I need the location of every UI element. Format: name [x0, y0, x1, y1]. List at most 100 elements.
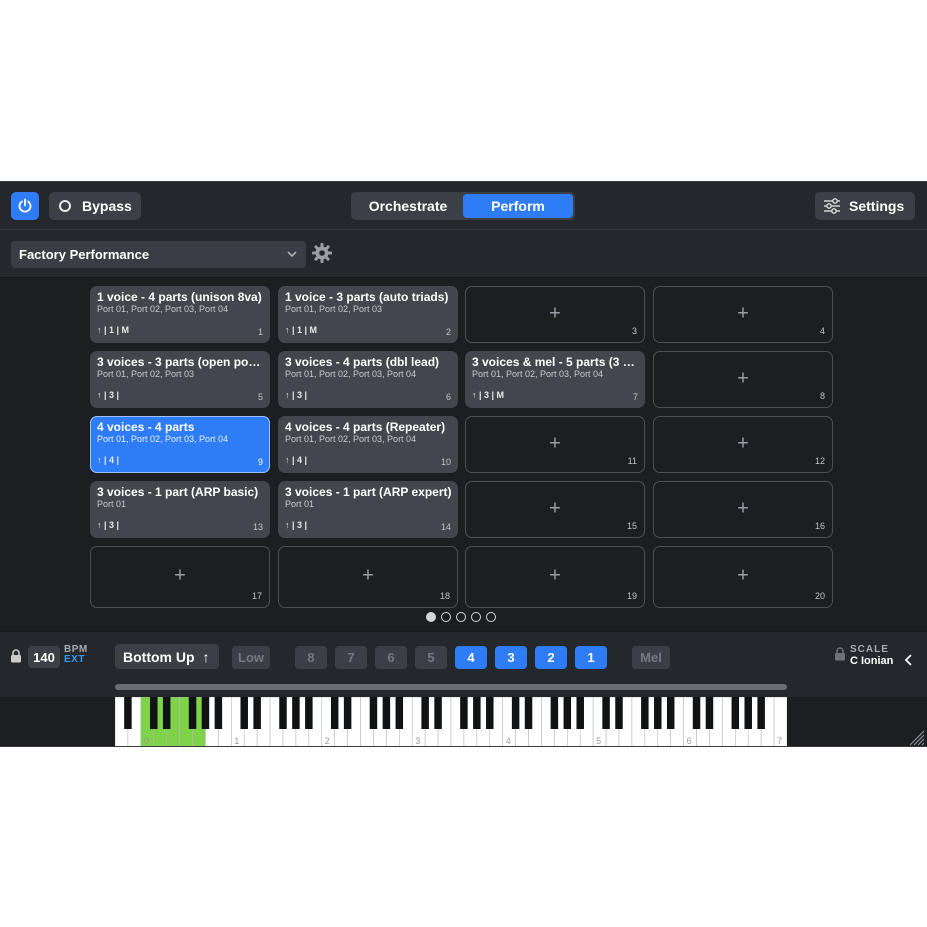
tab-orchestrate[interactable]: Orchestrate: [353, 194, 463, 218]
black-key[interactable]: [654, 697, 662, 729]
performance-tile[interactable]: 1 voice - 3 parts (auto triads) Port 01, …: [278, 286, 458, 343]
voice-button-mel[interactable]: Mel: [632, 646, 670, 669]
scale-lock-icon[interactable]: [834, 647, 846, 661]
tile-info: ↑ | 3 |: [97, 390, 120, 400]
black-key[interactable]: [343, 697, 352, 729]
page-dot[interactable]: [471, 612, 481, 622]
black-key[interactable]: [486, 697, 494, 729]
empty-slot-tile[interactable]: +4: [653, 286, 833, 343]
black-key[interactable]: [124, 697, 132, 729]
black-key[interactable]: [757, 697, 765, 729]
performance-tile[interactable]: 3 voices - 3 parts (open position)Port 0…: [90, 351, 270, 408]
keyboard-area: 0 1 2 3 4 5 6 7: [0, 697, 927, 747]
tile-title: 1 voice - 4 parts (unison 8va): [97, 290, 262, 304]
black-key[interactable]: [382, 697, 391, 729]
black-key[interactable]: [641, 697, 649, 729]
lock-icon[interactable]: [10, 649, 22, 663]
empty-slot-tile[interactable]: +16: [653, 481, 833, 538]
keyboard-range-slider[interactable]: [115, 684, 787, 690]
empty-slot-tile[interactable]: +11: [465, 416, 645, 473]
tile-title: 4 voices - 4 parts (Repeater): [285, 420, 446, 434]
voice-button-4[interactable]: 4: [455, 646, 487, 669]
voice-button-8[interactable]: 8: [295, 646, 327, 669]
black-key[interactable]: [744, 697, 752, 729]
black-key[interactable]: [434, 697, 442, 729]
empty-slot-tile[interactable]: +20: [653, 546, 833, 608]
black-key[interactable]: [330, 697, 339, 729]
black-key[interactable]: [395, 697, 404, 729]
black-key[interactable]: [305, 697, 313, 729]
page-dot[interactable]: [426, 612, 436, 622]
bpm-field[interactable]: 140: [28, 646, 60, 668]
voice-button-1[interactable]: 1: [575, 646, 607, 669]
piano-keyboard[interactable]: 0 1 2 3 4 5 6 7: [115, 697, 787, 747]
black-key[interactable]: [692, 697, 701, 729]
empty-slot-tile[interactable]: +12: [653, 416, 833, 473]
black-key[interactable]: [279, 697, 287, 729]
gear-icon[interactable]: [311, 242, 333, 264]
tile-ports: Port 01: [97, 499, 127, 509]
performance-tile[interactable]: 3 voices & mel - 5 parts (3 & 2) Port 01,…: [465, 351, 645, 408]
voice-button-6[interactable]: 6: [375, 646, 407, 669]
empty-slot-tile[interactable]: +17: [90, 546, 270, 608]
voice-button-2[interactable]: 2: [535, 646, 567, 669]
empty-slot-tile[interactable]: +18: [278, 546, 458, 608]
black-key[interactable]: [576, 697, 584, 729]
empty-slot-tile[interactable]: +3: [465, 286, 645, 343]
black-key[interactable]: [473, 697, 481, 729]
black-key[interactable]: [253, 697, 261, 729]
voice-button-5[interactable]: 5: [415, 646, 447, 669]
scale-value[interactable]: C Ionian: [850, 655, 893, 667]
black-key[interactable]: [602, 697, 610, 729]
tile-info: ↑ | 4 |: [97, 455, 120, 465]
black-key[interactable]: [162, 697, 171, 729]
tile-info: ↑ | 1 | M: [285, 325, 318, 335]
octave-label: 0: [144, 736, 149, 746]
page-dot[interactable]: [456, 612, 466, 622]
black-key[interactable]: [240, 697, 248, 729]
empty-slot-tile[interactable]: +19: [465, 546, 645, 608]
ext-sync-label[interactable]: EXT: [64, 655, 88, 665]
black-key[interactable]: [188, 697, 197, 729]
black-key[interactable]: [292, 697, 300, 729]
empty-slot-tile[interactable]: +15: [465, 481, 645, 538]
black-key[interactable]: [150, 697, 158, 729]
page-dot[interactable]: [486, 612, 496, 622]
voice-button-3[interactable]: 3: [495, 646, 527, 669]
performance-tile[interactable]: 3 voices - 1 part (ARP basic) Port 01 ↑ | …: [90, 481, 270, 538]
scale-label: SCALE: [850, 644, 889, 655]
performance-tile[interactable]: 3 voices - 1 part (ARP expert) Port 01 ↑ |…: [278, 481, 458, 538]
settings-button[interactable]: Settings: [815, 192, 915, 220]
chevron-left-icon[interactable]: [904, 654, 914, 666]
black-key[interactable]: [421, 697, 429, 729]
black-key[interactable]: [615, 697, 623, 729]
arrow-up-icon: ↑: [202, 648, 210, 665]
performance-tile[interactable]: 4 voices - 4 parts (Repeater) Port 01, Po…: [278, 416, 458, 473]
power-button[interactable]: [11, 192, 39, 220]
performance-tile[interactable]: 1 voice - 4 parts (unison 8va) Port 01, P…: [90, 286, 270, 343]
black-key[interactable]: [214, 697, 223, 729]
black-key[interactable]: [511, 697, 520, 729]
black-key[interactable]: [731, 697, 740, 729]
page-dot[interactable]: [441, 612, 451, 622]
preset-dropdown[interactable]: Factory Performance: [11, 241, 306, 268]
black-key[interactable]: [369, 697, 378, 729]
performance-tile[interactable]: 4 voices - 4 parts Port 01, Port 02, Port…: [90, 416, 270, 473]
bypass-button[interactable]: Bypass: [49, 192, 141, 220]
black-key[interactable]: [524, 697, 533, 729]
tile-ports: Port 01, Port 02, Port 03, Port 04: [285, 369, 417, 379]
tile-ports: Port 01, Port 02, Port 03, Port 04: [97, 304, 229, 314]
black-key[interactable]: [563, 697, 572, 729]
black-key[interactable]: [705, 697, 714, 729]
voice-button-low[interactable]: Low: [232, 646, 270, 669]
black-key[interactable]: [666, 697, 675, 729]
voice-button-7[interactable]: 7: [335, 646, 367, 669]
empty-slot-tile[interactable]: +8: [653, 351, 833, 408]
black-key[interactable]: [550, 697, 559, 729]
resize-grip-icon[interactable]: [907, 728, 925, 746]
tab-perform[interactable]: Perform: [463, 194, 573, 218]
performance-tile[interactable]: 3 voices - 4 parts (dbl lead) Port 01, Po…: [278, 351, 458, 408]
black-key[interactable]: [460, 697, 468, 729]
black-key[interactable]: [201, 697, 210, 729]
voicing-order-button[interactable]: Bottom Up ↑: [115, 644, 219, 669]
